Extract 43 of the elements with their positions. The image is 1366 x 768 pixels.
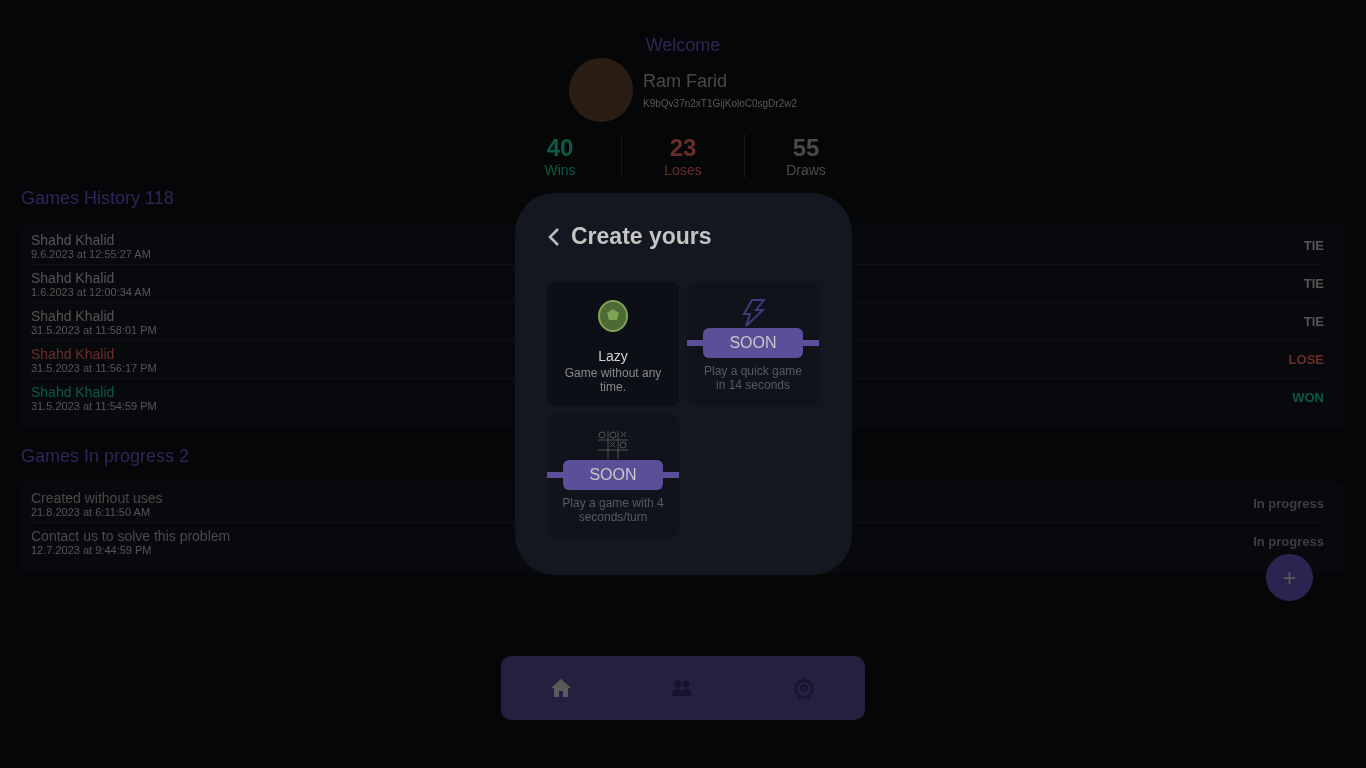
tic-tac-toe-icon [597, 430, 629, 460]
game-mode-card[interactable]: Lazy Game without any time. [547, 282, 679, 406]
game-date: 12.7.2023 at 9:44:59 PM [31, 543, 153, 556]
soon-badge: SOON [703, 328, 803, 358]
home-icon [551, 679, 572, 697]
game-date: 21.8.2023 at 6:11:50 AM [31, 505, 152, 518]
user-id: K9bQv37n2xT1GijKoloC0sgDr2w2 [643, 98, 797, 109]
opponent-name: Shahd Khalid [31, 345, 116, 362]
game-result: TIE [1303, 314, 1324, 329]
opponent-name: Shahd Khalid [31, 307, 116, 324]
section-title: Games In progress 2 [21, 446, 191, 467]
game-result: TIE [1303, 238, 1324, 253]
mode-description: Play a game with 4 seconds/turn [561, 496, 665, 524]
lightning-icon [740, 298, 766, 328]
user-name: Ram Farid [643, 71, 729, 92]
opponent-name: Shahd Khalid [31, 269, 116, 286]
mode-title: Lazy [598, 348, 628, 364]
opponent-name: Shahd Khalid [31, 231, 116, 248]
stat-label: Loses [664, 162, 702, 178]
game-result: TIE [1303, 276, 1324, 291]
game-date: 9.6.2023 at 12:55:27 AM [31, 247, 151, 260]
back-icon[interactable] [547, 226, 561, 247]
stat-value: 40 [546, 134, 574, 162]
game-date: 31.5.2023 at 11:58:01 PM [31, 323, 157, 336]
game-result: LOSE [1288, 352, 1324, 367]
turtle-shell-icon [598, 298, 628, 332]
stat-value: 23 [669, 134, 697, 162]
mode-description: Play a quick game in 14 seconds [702, 364, 804, 392]
dialog-title: Create yours [571, 223, 712, 250]
stat-value: 55 [792, 134, 820, 162]
stat-label: Wins [544, 162, 576, 178]
opponent-name: Shahd Khalid [31, 383, 116, 400]
mode-description: Game without any time. [563, 366, 663, 394]
welcome-title: Welcome [645, 35, 721, 56]
game-date: 1.6.2023 at 12:00:34 AM [31, 285, 151, 298]
stat-label: Draws [786, 162, 826, 178]
game-date: 31.5.2023 at 11:54:59 PM [31, 399, 157, 412]
soon-badge: SOON [563, 460, 663, 490]
section-title: Games History 118 [21, 188, 175, 209]
game-title: Contact us to solve this problem [31, 527, 231, 544]
game-title: Created without uses [31, 489, 163, 506]
game-date: 31.5.2023 at 11:56:17 PM [31, 361, 157, 374]
game-result: WON [1292, 390, 1324, 405]
